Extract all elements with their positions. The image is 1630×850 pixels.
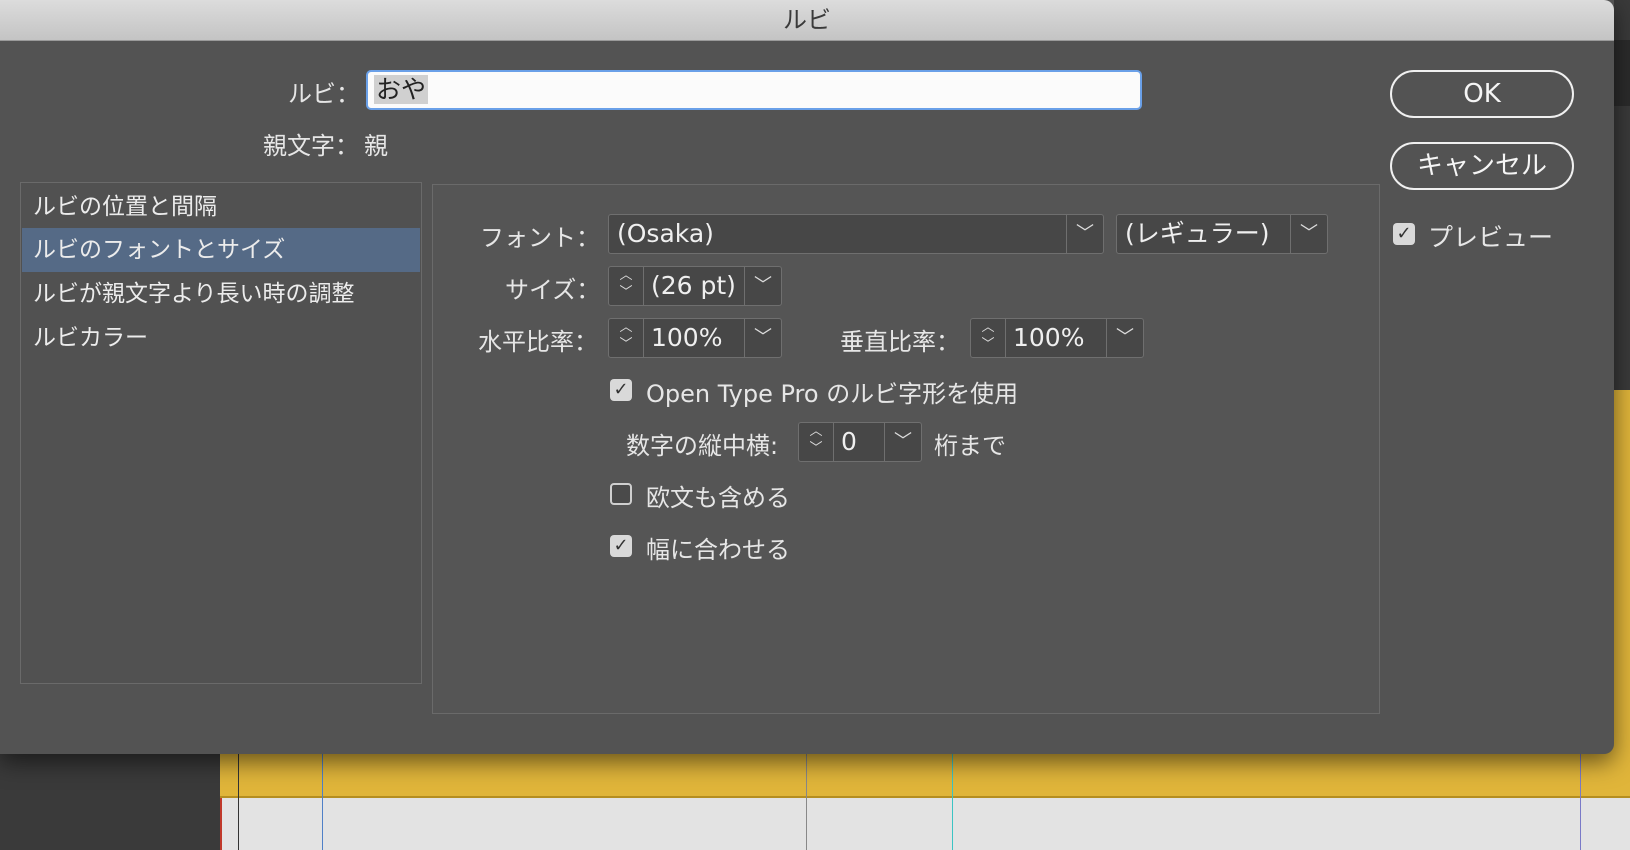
- font-family-select[interactable]: (Osaka) ﹀: [608, 214, 1104, 254]
- sidebar-item-position-spacing[interactable]: ルビの位置と間隔: [22, 185, 420, 229]
- vertical-scale-value: 100%: [1013, 323, 1085, 352]
- opentype-checkbox[interactable]: ✓: [610, 379, 632, 401]
- horizontal-scale-value: 100%: [651, 323, 723, 352]
- dialog-title: ルビ: [0, 0, 1614, 41]
- tate-chu-yoko-label: 数字の縦中横:: [626, 432, 779, 460]
- sidebar-item-ruby-color[interactable]: ルビカラー: [22, 316, 420, 360]
- chevron-down-icon: ﹀: [1290, 215, 1327, 253]
- chevron-down-icon: ﹀: [1066, 215, 1103, 253]
- ok-button[interactable]: OK: [1390, 70, 1574, 118]
- chevron-down-icon: ﹀: [744, 267, 781, 305]
- fit-width-label: 幅に合わせる: [646, 536, 790, 564]
- preview-label: プレビュー: [1428, 223, 1554, 252]
- document-highlight-edge: [220, 796, 1630, 798]
- preview-checkbox[interactable]: ✓: [1393, 223, 1415, 245]
- horizontal-scale-label: 水平比率：: [478, 328, 598, 356]
- tate-chu-yoko-suffix: 桁まで: [934, 432, 1006, 460]
- document-guide: [1580, 750, 1581, 850]
- ruby-dialog: ルビ ルビ： おや 親文字： 親 OK キャンセル ✓ プレビュー ルビの位置と…: [0, 0, 1614, 754]
- horizontal-scale-combo[interactable]: ︿ ﹀ 100% ﹀: [608, 318, 782, 358]
- ruby-input-value: おや: [374, 75, 429, 104]
- include-roman-label: 欧文も含める: [646, 484, 790, 512]
- vertical-scale-label: 垂直比率：: [840, 328, 960, 356]
- size-combo[interactable]: ︿ ﹀ (26 pt) ﹀: [608, 266, 782, 306]
- font-style-select[interactable]: (レギュラー) ﹀: [1116, 214, 1328, 254]
- font-family-value: (Osaka): [617, 219, 714, 248]
- chevron-down-icon: ﹀: [1106, 319, 1143, 357]
- document-guide: [238, 750, 239, 850]
- chevron-down-icon: ﹀: [744, 319, 781, 357]
- stepper-updown-icon[interactable]: ︿ ﹀: [971, 319, 1006, 357]
- cancel-button[interactable]: キャンセル: [1390, 142, 1574, 190]
- font-style-value: (レギュラー): [1125, 219, 1270, 248]
- vertical-scale-combo[interactable]: ︿ ﹀ 100% ﹀: [970, 318, 1144, 358]
- document-guide: [952, 750, 953, 850]
- opentype-label: Open Type Pro のルビ字形を使用: [646, 380, 1019, 408]
- chevron-down-icon: ﹀: [884, 423, 921, 461]
- document-guide: [322, 750, 323, 850]
- size-label: サイズ：: [505, 276, 601, 304]
- stepper-updown-icon[interactable]: ︿ ﹀: [799, 423, 834, 461]
- fit-width-checkbox[interactable]: ✓: [610, 535, 632, 557]
- include-roman-checkbox[interactable]: [610, 483, 632, 505]
- stepper-updown-icon[interactable]: ︿ ﹀: [609, 319, 644, 357]
- document-toolbar-edge: [1614, 40, 1630, 106]
- base-text-label: 親文字：: [263, 132, 359, 160]
- font-label: フォント：: [480, 224, 600, 252]
- ruby-label: ルビ：: [288, 80, 360, 108]
- stepper-updown-icon[interactable]: ︿ ﹀: [609, 267, 644, 305]
- ruby-input[interactable]: おや: [366, 70, 1142, 110]
- settings-category-list: ルビの位置と間隔 ルビのフォントとサイズ ルビが親文字より長い時の調整 ルビカラ…: [20, 182, 422, 684]
- sidebar-item-overhang-adjust[interactable]: ルビが親文字より長い時の調整: [22, 272, 420, 316]
- document-guide: [806, 750, 807, 850]
- tate-chu-yoko-value: 0: [841, 427, 857, 456]
- sidebar-item-font-size[interactable]: ルビのフォントとサイズ: [22, 228, 420, 272]
- tate-chu-yoko-combo[interactable]: ︿ ﹀ 0 ﹀: [798, 422, 922, 462]
- base-text-value: 親: [364, 132, 388, 160]
- size-value: (26 pt): [651, 271, 736, 300]
